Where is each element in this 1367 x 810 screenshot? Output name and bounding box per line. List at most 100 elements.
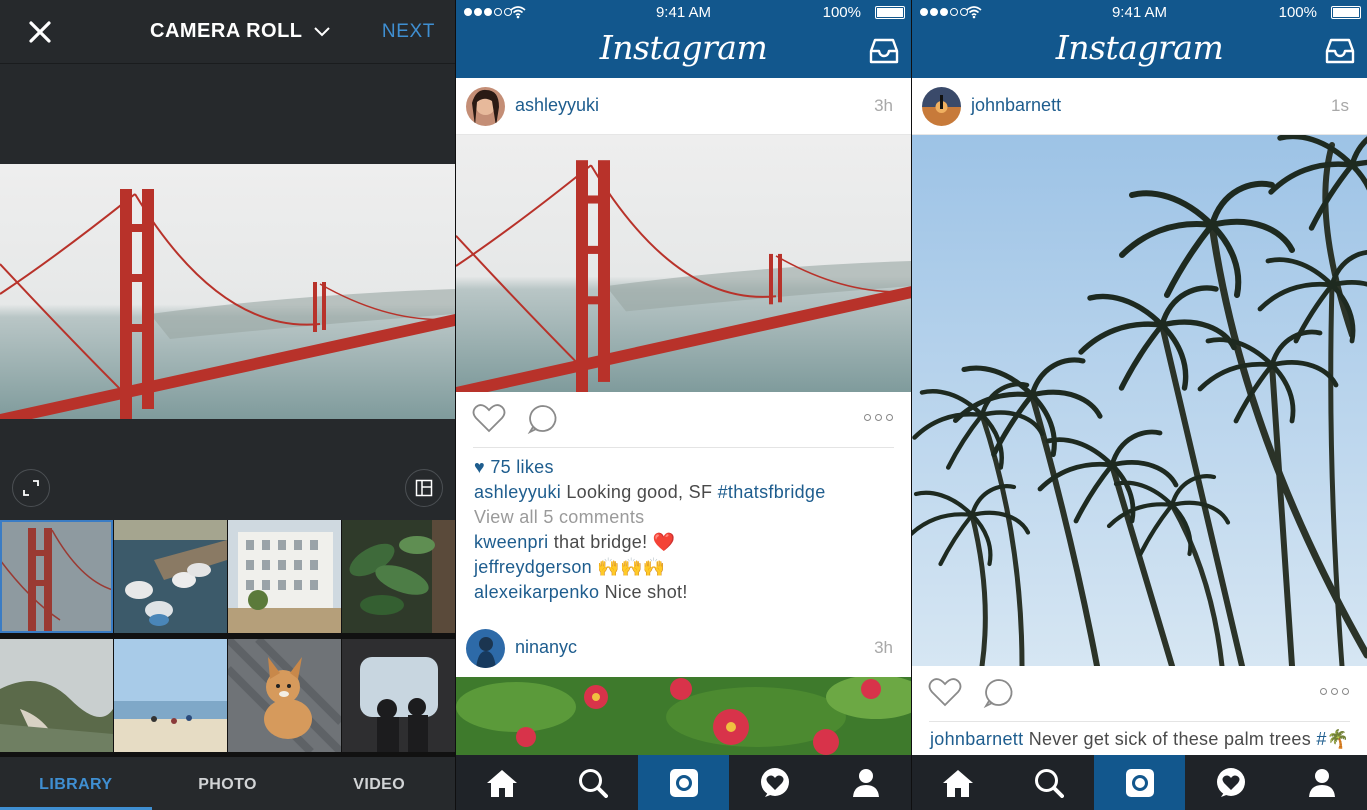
thumbnail-coastal-hills[interactable] [0,639,113,752]
bottom-tab-bar [456,755,911,810]
battery-icon [1331,6,1361,19]
post-actions [456,392,911,448]
tab-home[interactable] [456,755,547,810]
thumbnail-corgi-dog[interactable] [228,639,341,752]
tab-photo[interactable]: PHOTO [152,757,304,810]
home-icon [486,769,517,797]
search-icon [578,768,608,798]
tab-camera[interactable] [1094,755,1185,810]
comment-username[interactable]: jeffreydgerson [474,557,592,577]
thumbnail-golden-gate-bridge[interactable] [0,520,113,633]
comment: kweenpri that bridge! ❤️ [474,532,676,552]
battery-percent: 100% [1278,4,1317,21]
status-bar: 9:41 AM 100% [456,0,911,24]
camera-roll-screen: CAMERA ROLL NEXT LIBRARY PHOTO VIDEO [0,0,455,810]
battery-icon [875,6,905,19]
camera-icon [1125,768,1154,797]
camera-roll-header: CAMERA ROLL NEXT [0,0,455,64]
comment: alexeikarpenko Nice shot! [474,582,688,602]
post-header: ashleyyuki 3h [456,78,911,135]
app-header: 9:41 AM 100% Instagram [456,0,911,78]
camera-roll-title: CAMERA ROLL [150,20,303,42]
post-photo[interactable] [456,677,911,755]
caption-username[interactable]: ashleyyuki [474,482,561,502]
post-time: 1s [1331,96,1349,115]
post-meta: ♥ 75 likes ashleyyuki Looking good, SF #… [474,455,826,605]
feed-screen-right: 9:41 AM 100% Instagram johnbarnett 1s jo… [912,0,1367,810]
post-divider [473,447,894,448]
camera-icon [669,768,698,797]
activity-heart-icon [1216,767,1245,797]
home-icon [942,769,973,797]
post-username[interactable]: ashleyyuki [515,95,599,116]
avatar[interactable] [466,629,505,668]
thumbnail-plants[interactable] [342,520,455,633]
thumbnail-window-silhouettes[interactable] [342,639,455,752]
comment-username[interactable]: kweenpri [474,532,548,552]
caption-username[interactable]: johnbarnett [930,729,1023,749]
comment-icon[interactable] [983,677,1015,714]
comment-username[interactable]: alexeikarpenko [474,582,599,602]
expand-icon[interactable] [12,469,50,507]
post-header: ninanyc 3h [456,620,911,677]
post-divider [929,721,1350,722]
post-time: 3h [874,638,893,657]
tab-video[interactable]: VIDEO [303,757,455,810]
app-logo: Instagram [599,28,768,67]
likes-count[interactable]: ♥ 75 likes [474,455,826,480]
post-meta: johnbarnett Never get sick of these palm… [930,727,1349,752]
post-photo[interactable] [456,135,911,392]
tab-home[interactable] [912,755,1003,810]
post-time: 3h [874,96,893,115]
caption: johnbarnett Never get sick of these palm… [930,729,1350,749]
post-actions [912,666,1367,722]
inbox-icon[interactable] [869,38,899,64]
profile-icon [1308,768,1335,797]
post-header: johnbarnett 1s [912,78,1367,135]
tab-profile[interactable] [820,755,911,810]
thumbnail-beach[interactable] [114,639,227,752]
heart-small-icon: ♥ [474,457,485,477]
bottom-tab-bar [912,755,1367,810]
tab-activity[interactable] [1185,755,1276,810]
search-icon [1034,768,1064,798]
inbox-icon[interactable] [1325,38,1355,64]
comment: jeffreydgerson 🙌🙌🙌 [474,557,666,577]
tab-profile[interactable] [1276,755,1367,810]
thumbnail-white-building[interactable] [228,520,341,633]
hashtag[interactable]: #thatsfbridge [718,482,826,502]
post-username[interactable]: ninanyc [515,637,577,658]
tab-activity[interactable] [729,755,820,810]
more-options-icon[interactable] [864,414,893,421]
close-icon[interactable] [26,18,54,46]
tab-camera[interactable] [638,755,729,810]
activity-heart-icon [760,767,789,797]
app-logo: Instagram [1055,28,1224,67]
selected-photo-preview[interactable] [0,164,455,419]
tab-library[interactable]: LIBRARY [0,757,152,810]
layout-icon[interactable] [405,469,443,507]
hashtag[interactable]: #🌴 [1316,729,1349,749]
more-options-icon[interactable] [1320,688,1349,695]
comment-icon[interactable] [527,403,559,440]
feed-screen-left: 9:41 AM 100% Instagram ashleyyuki 3h ♥ 7… [456,0,911,810]
avatar[interactable] [466,87,505,126]
app-header: 9:41 AM 100% Instagram [912,0,1367,78]
thumbnail-boats-at-dock[interactable] [114,520,227,633]
battery-percent: 100% [822,4,861,21]
status-bar: 9:41 AM 100% [912,0,1367,24]
tab-search[interactable] [547,755,638,810]
tab-search[interactable] [1003,755,1094,810]
like-heart-icon[interactable] [472,403,506,438]
avatar[interactable] [922,87,961,126]
caption: ashleyyuki Looking good, SF #thatsfbridg… [474,482,826,502]
post-username[interactable]: johnbarnett [971,95,1061,116]
photo-grid [0,520,455,757]
next-button[interactable]: NEXT [382,21,435,43]
like-heart-icon[interactable] [928,677,962,712]
profile-icon [852,768,879,797]
camera-roll-dropdown[interactable]: CAMERA ROLL [150,20,330,43]
chevron-down-icon [314,27,330,37]
view-comments-link[interactable]: View all 5 comments [474,505,826,530]
post-photo[interactable] [912,135,1367,666]
